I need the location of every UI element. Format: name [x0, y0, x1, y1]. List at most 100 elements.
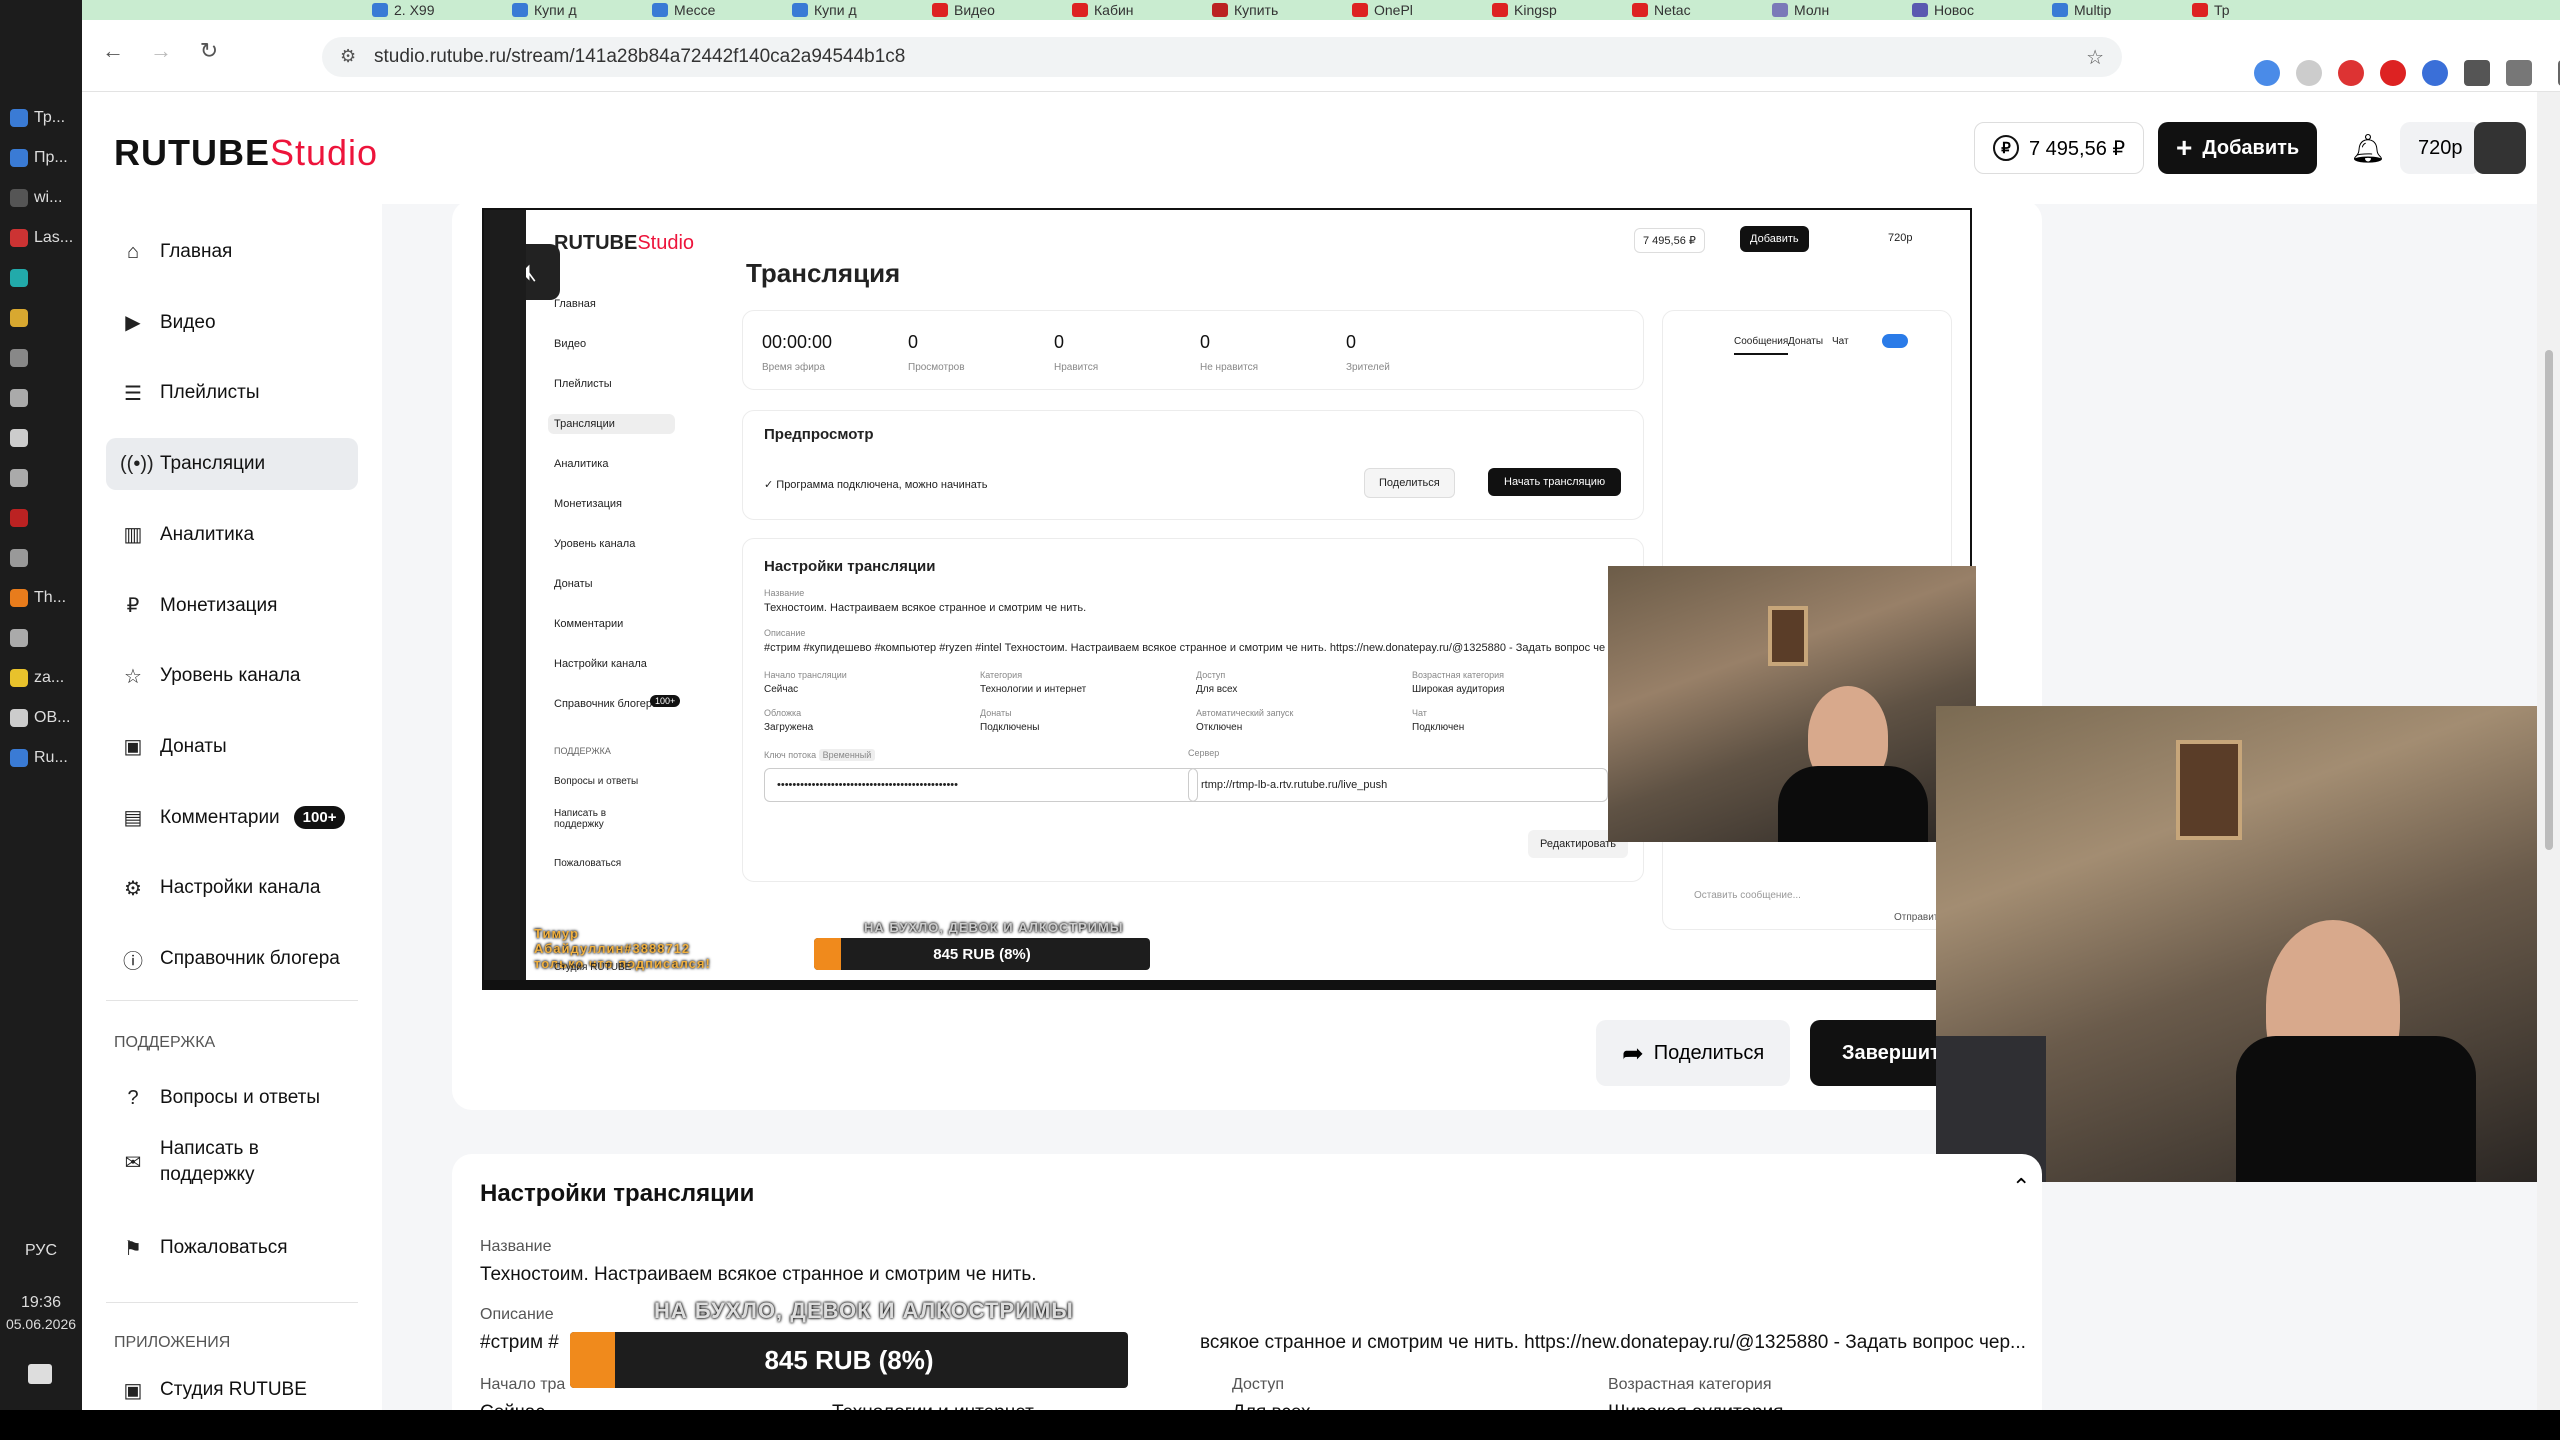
browser-tab[interactable]: 2. X99: [372, 0, 502, 20]
forward-icon[interactable]: →: [146, 38, 176, 64]
captured-sidebar-item: Настройки канала: [554, 658, 647, 670]
browser-tab[interactable]: Multip: [2052, 0, 2182, 20]
share-button[interactable]: ➦ Поделиться: [1596, 1020, 1791, 1086]
taskbar-app[interactable]: [0, 460, 82, 496]
captured-bottom-edge: [484, 980, 1970, 988]
browser-tab[interactable]: Кабин: [1072, 0, 1202, 20]
rutube-studio-logo[interactable]: RUTUBEStudio: [114, 132, 378, 174]
extension-icon[interactable]: [2296, 60, 2322, 86]
taskbar-app[interactable]: Th...: [0, 580, 82, 616]
taskbar-app[interactable]: Las...: [0, 220, 82, 256]
ruble-icon: ₽: [1993, 135, 2019, 161]
screen-bottom-edge: [0, 1410, 2560, 1440]
os-language[interactable]: РУС: [0, 1242, 82, 1260]
taskbar-app[interactable]: [0, 300, 82, 336]
browser-tab[interactable]: Мессе: [652, 0, 782, 20]
channel-avatar[interactable]: [2474, 122, 2526, 174]
captured-field-label: Начало трансляции: [764, 670, 847, 680]
sidebar-item[interactable]: ▤ Комментарии 100+: [106, 792, 358, 844]
sidebar-item[interactable]: ▣ Донаты: [106, 721, 358, 773]
sidebar-item-icon: ⚙: [124, 877, 142, 900]
browser-tab[interactable]: Тр: [2192, 0, 2322, 20]
taskbar-app[interactable]: [0, 260, 82, 296]
support-item-icon: ⚑: [124, 1237, 142, 1260]
address-bar[interactable]: ⚙ studio.rutube.ru/stream/141a28b84a7244…: [322, 37, 2122, 77]
description-value-rest: всякое странное и смотрим че нить. https…: [1200, 1332, 2026, 1353]
taskbar-app[interactable]: [0, 340, 82, 376]
sidebar-item[interactable]: ☰ Плейлисты: [106, 367, 358, 419]
app-icon: [10, 629, 28, 647]
extension-icon[interactable]: [2464, 60, 2490, 86]
sidebar-item[interactable]: ₽ Монетизация: [106, 580, 358, 632]
tab-favicon-icon: [2052, 3, 2068, 17]
support-item[interactable]: ⚑ Пожаловаться: [106, 1222, 358, 1274]
os-time[interactable]: 19:36: [0, 1294, 82, 1312]
taskbar-app[interactable]: [0, 540, 82, 576]
donation-goal-fill: [570, 1332, 615, 1388]
browser-tab[interactable]: Видео: [932, 0, 1062, 20]
captured-sidebar-item: Справочник блогера: [554, 698, 659, 710]
rutube-app-icon: ▣: [123, 1379, 143, 1402]
sidebar-item[interactable]: ☆ Уровень канала: [106, 650, 358, 702]
access-value: Для всех: [1232, 1402, 1311, 1410]
extension-icon[interactable]: [2380, 60, 2406, 86]
description-value: #стрим #: [480, 1332, 559, 1353]
taskbar-app[interactable]: [0, 380, 82, 416]
app-item[interactable]: ▣ Студия RUTUBE: [106, 1364, 358, 1410]
bookmark-star-icon[interactable]: ☆: [2086, 45, 2104, 70]
rutube-studio-page: RUTUBEStudio ₽ 7 495,56 ₽ + Добавить 🔔︎ …: [82, 92, 2537, 1410]
sidebar-item[interactable]: ⓘ Справочник блогера: [106, 933, 358, 985]
browser-tab[interactable]: OnePl: [1352, 0, 1482, 20]
back-icon[interactable]: ←: [98, 38, 128, 64]
browser-tab[interactable]: Купи д: [792, 0, 922, 20]
captured-field-label: Возрастная категория: [1412, 670, 1504, 680]
browser-tab[interactable]: Молн: [1772, 0, 1902, 20]
browser-tab[interactable]: Netac: [1632, 0, 1762, 20]
browser-tab[interactable]: Kingsp: [1492, 0, 1622, 20]
taskbar-app[interactable]: Ru...: [0, 740, 82, 776]
taskbar-app[interactable]: wi...: [0, 180, 82, 216]
sidebar-item[interactable]: ⚙ Настройки канала: [106, 862, 358, 914]
browser-tab[interactable]: Купи д: [512, 0, 642, 20]
quality-selector[interactable]: 720p: [2400, 122, 2481, 174]
taskbar-app[interactable]: [0, 620, 82, 656]
age-value: Широкая аудитория: [1608, 1402, 1783, 1410]
os-date[interactable]: 05.06.2026: [0, 1316, 82, 1332]
extension-icon[interactable]: [2338, 60, 2364, 86]
sidebar-item-icon: ☰: [124, 382, 142, 405]
extension-icon[interactable]: [2422, 60, 2448, 86]
notifications-bell-icon[interactable]: 🔔︎: [2340, 122, 2396, 174]
site-info-icon[interactable]: ⚙: [340, 46, 356, 67]
sidebar-item[interactable]: ⌂ Главная: [106, 226, 358, 278]
taskbar-app[interactable]: [0, 420, 82, 456]
balance-button[interactable]: ₽ 7 495,56 ₽: [1974, 122, 2145, 174]
comments-count-badge: 100+: [293, 806, 346, 830]
collapse-chevron-icon[interactable]: ⌃: [2012, 1174, 2030, 1200]
taskbar-app[interactable]: [0, 500, 82, 536]
taskbar-app[interactable]: Пр...: [0, 140, 82, 176]
share-icon: ➦: [1622, 1037, 1644, 1068]
captured-chat-toggle: [1882, 334, 1908, 348]
support-item[interactable]: ✉ Написать в поддержку: [106, 1126, 358, 1198]
browser-tab[interactable]: Купить: [1212, 0, 1342, 20]
captured-donation-fill: [814, 938, 841, 970]
browser-tab[interactable]: Новос: [1912, 0, 2042, 20]
page-scrollbar-thumb[interactable]: [2545, 350, 2553, 850]
captured-stat-value: 0: [1346, 332, 1357, 352]
app-icon: [10, 669, 28, 687]
sidebar-item[interactable]: ▶ Видео: [106, 297, 358, 349]
sidebar-item[interactable]: ((•)) Трансляции: [106, 438, 358, 491]
support-item[interactable]: ? Вопросы и ответы: [106, 1072, 358, 1124]
reload-icon[interactable]: ↻: [194, 38, 224, 64]
taskbar-app[interactable]: Тр...: [0, 100, 82, 136]
sidebar-item[interactable]: ▥ Аналитика: [106, 509, 358, 561]
taskbar-app[interactable]: OB...: [0, 700, 82, 736]
extensions-puzzle-icon[interactable]: [2506, 60, 2532, 86]
sidebar-item-icon: ((•)): [120, 452, 154, 475]
notification-icon[interactable]: [28, 1364, 52, 1384]
add-button[interactable]: + Добавить: [2158, 122, 2318, 174]
extension-icon[interactable]: [2254, 60, 2280, 86]
taskbar-app[interactable]: za...: [0, 660, 82, 696]
captured-field-value: Широкая аудитория: [1412, 684, 1505, 695]
captured-field-value: Для всех: [1196, 684, 1238, 695]
